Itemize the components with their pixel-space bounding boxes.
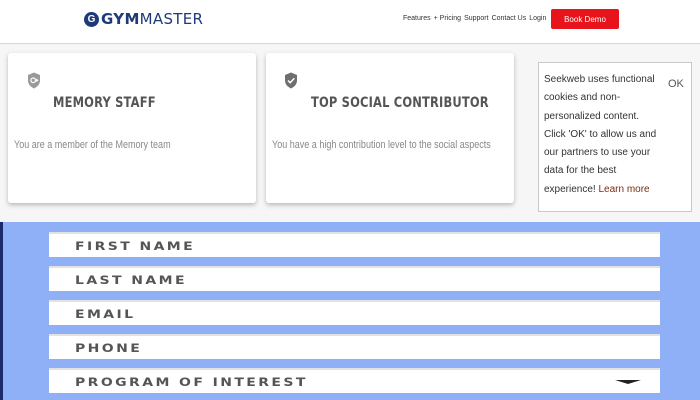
program-of-interest-placeholder: PROGRAM OF INTEREST (75, 376, 308, 390)
book-demo-button[interactable]: Book Demo (551, 9, 619, 29)
last-name-field[interactable]: LAST NAME (49, 266, 660, 291)
gymmaster-logo[interactable]: G GYM MASTER (84, 9, 203, 29)
first-name-field[interactable]: FIRST NAME (49, 232, 660, 257)
email-placeholder: EMAIL (75, 308, 136, 322)
main-nav: Features + Pricing Support Contact Us Lo… (403, 15, 549, 22)
badge-card-top-social-contributor: TOP SOCIAL CONTRIBUTOR You have a high c… (266, 53, 514, 203)
nav-contact[interactable]: Contact Us (492, 15, 527, 22)
site-header: G GYM MASTER Features + Pricing Support … (0, 0, 700, 44)
card-description: You have a high contribution level to th… (272, 139, 491, 151)
first-name-placeholder: FIRST NAME (75, 240, 196, 254)
card-title: MEMORY STAFF (53, 95, 156, 111)
nav-pricing[interactable]: + Pricing (434, 15, 461, 22)
cookie-notice: Seekweb uses functional cookies and non-… (538, 62, 692, 212)
shield-check-icon (285, 72, 297, 89)
badge-card-memory-staff: MEMORY STAFF You are a member of the Mem… (8, 53, 256, 203)
logo-master-text: MASTER (139, 10, 204, 28)
logo-mark-icon: G (84, 11, 99, 27)
phone-placeholder: PHONE (75, 342, 143, 356)
card-title: TOP SOCIAL CONTRIBUTOR (311, 95, 489, 111)
badge-plus-icon (28, 72, 40, 89)
nav-features[interactable]: Features (403, 15, 431, 22)
email-field[interactable]: EMAIL (49, 300, 660, 325)
last-name-placeholder: LAST NAME (75, 274, 187, 288)
caret-down-icon (615, 380, 641, 384)
cookie-ok-button[interactable]: OK (668, 78, 684, 90)
form-left-edge (0, 222, 3, 400)
nav-support[interactable]: Support (464, 15, 489, 22)
cookie-message: Seekweb uses functional cookies and non-… (544, 71, 662, 199)
card-description: You are a member of the Memory team (14, 139, 171, 151)
cookie-message-text: Seekweb uses functional cookies and non-… (544, 74, 657, 195)
program-of-interest-select[interactable]: PROGRAM OF INTEREST (49, 368, 660, 393)
learn-more-link[interactable]: Learn more (598, 184, 649, 195)
logo-gym-text: GYM (101, 10, 140, 28)
phone-field[interactable]: PHONE (49, 334, 660, 359)
nav-login[interactable]: Login (529, 15, 546, 22)
